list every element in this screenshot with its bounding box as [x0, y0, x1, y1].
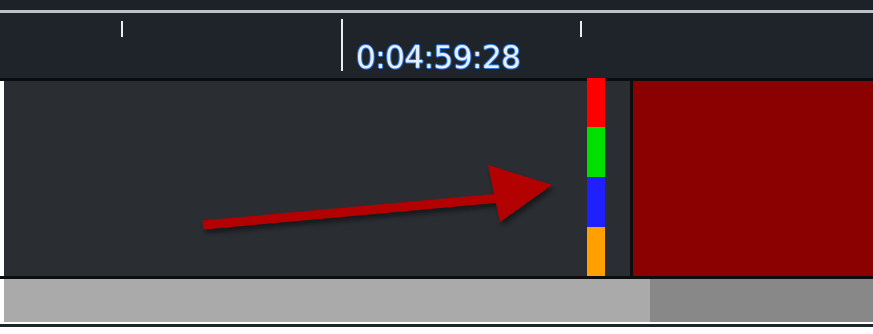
playhead-tick[interactable]	[341, 19, 343, 71]
timeline-panel: 0:04:59:28	[0, 0, 873, 334]
color-marker[interactable]	[587, 78, 605, 276]
ruler-tick	[580, 21, 582, 37]
bottom-divider	[0, 324, 873, 327]
marker-red-segment	[587, 78, 605, 127]
time-ruler[interactable]: 0:04:59:28	[0, 13, 873, 78]
scrollbar-thumb[interactable]	[4, 279, 650, 322]
marker-orange-segment	[587, 227, 605, 276]
ruler-tick	[121, 21, 123, 37]
timeline-clip[interactable]	[633, 81, 873, 276]
horizontal-scrollbar[interactable]	[4, 279, 873, 322]
marker-blue-segment	[587, 177, 605, 227]
marker-green-segment	[587, 127, 605, 177]
playhead-timecode: 0:04:59:28	[356, 40, 521, 76]
